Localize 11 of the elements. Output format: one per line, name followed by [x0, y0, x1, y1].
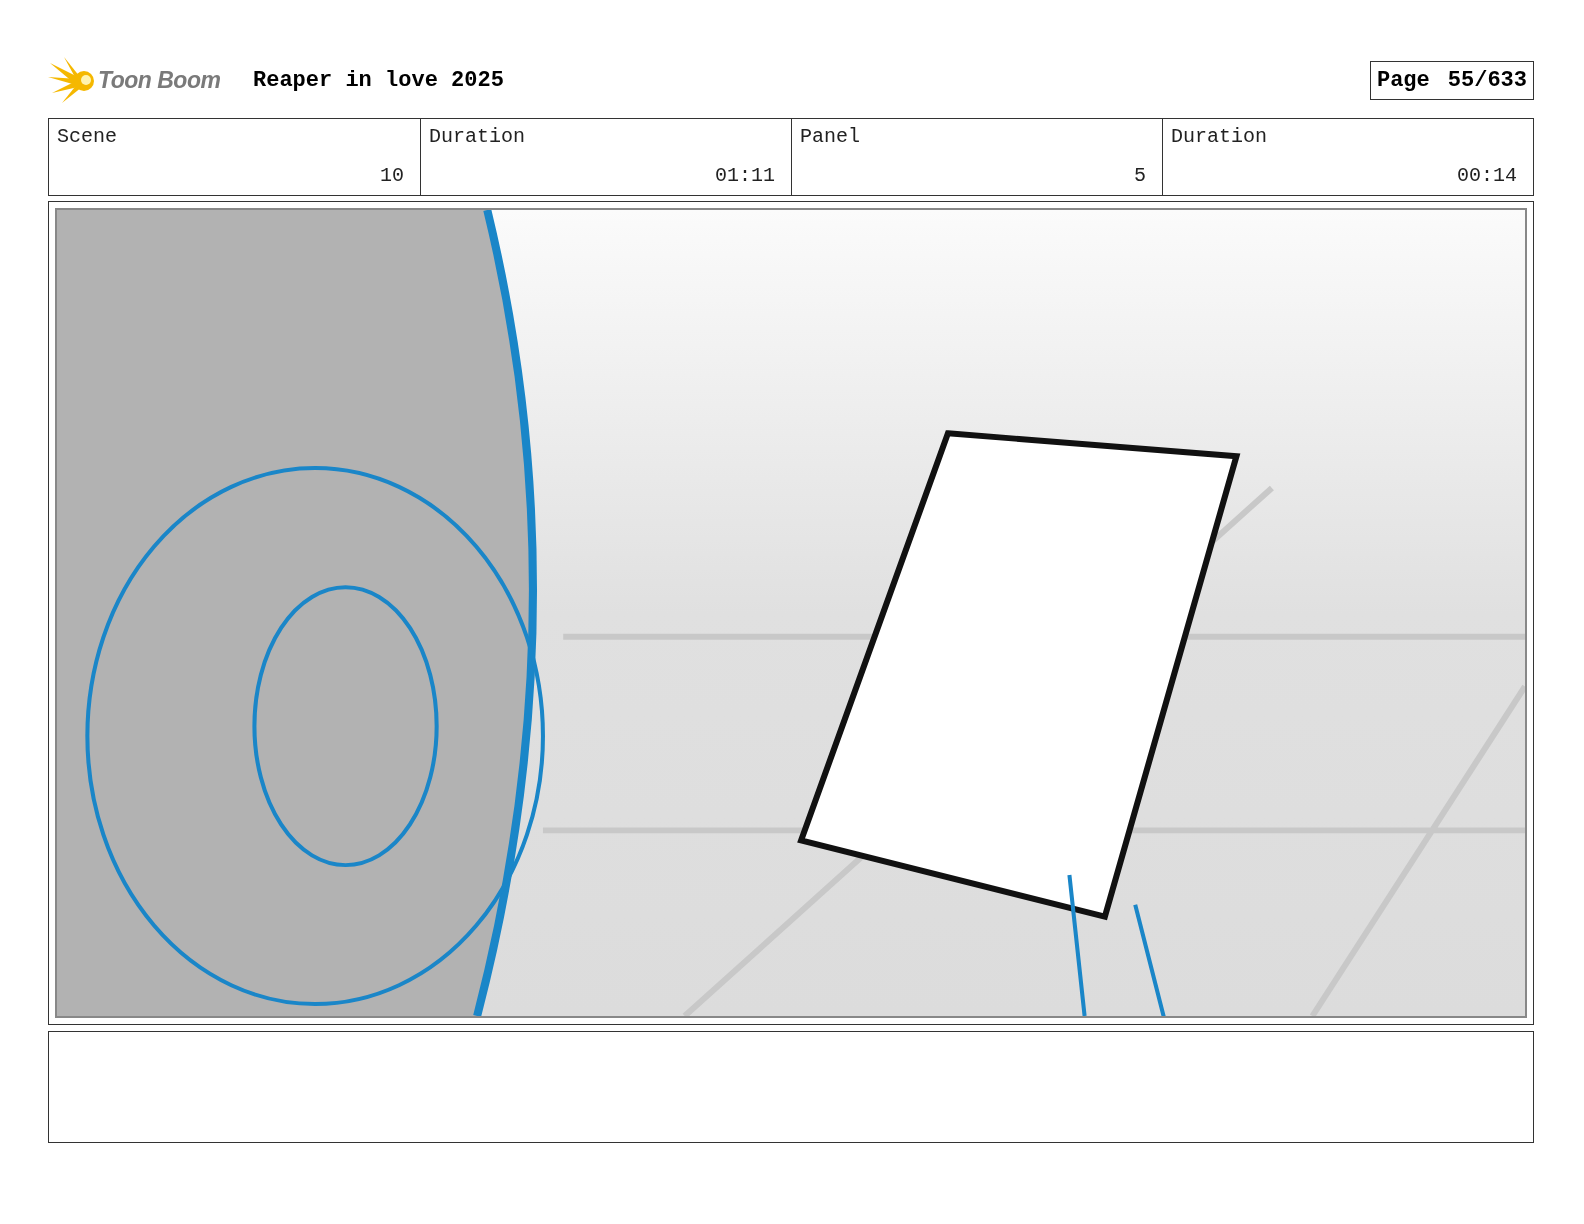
field-value: 10 — [379, 164, 404, 187]
field-label: Scene — [57, 125, 118, 148]
field-label: Duration — [429, 125, 526, 148]
field-value: 01:11 — [714, 164, 775, 187]
field-label: Panel — [800, 125, 861, 148]
field-value: 5 — [1133, 164, 1146, 187]
page-counter: Page 55/633 — [1369, 60, 1534, 100]
field-label: Duration — [1171, 125, 1268, 148]
logo-text: Toon Boom — [98, 66, 221, 94]
project-title: Reaper in love 2025 — [253, 67, 505, 93]
field-value: 00:14 — [1456, 164, 1517, 187]
